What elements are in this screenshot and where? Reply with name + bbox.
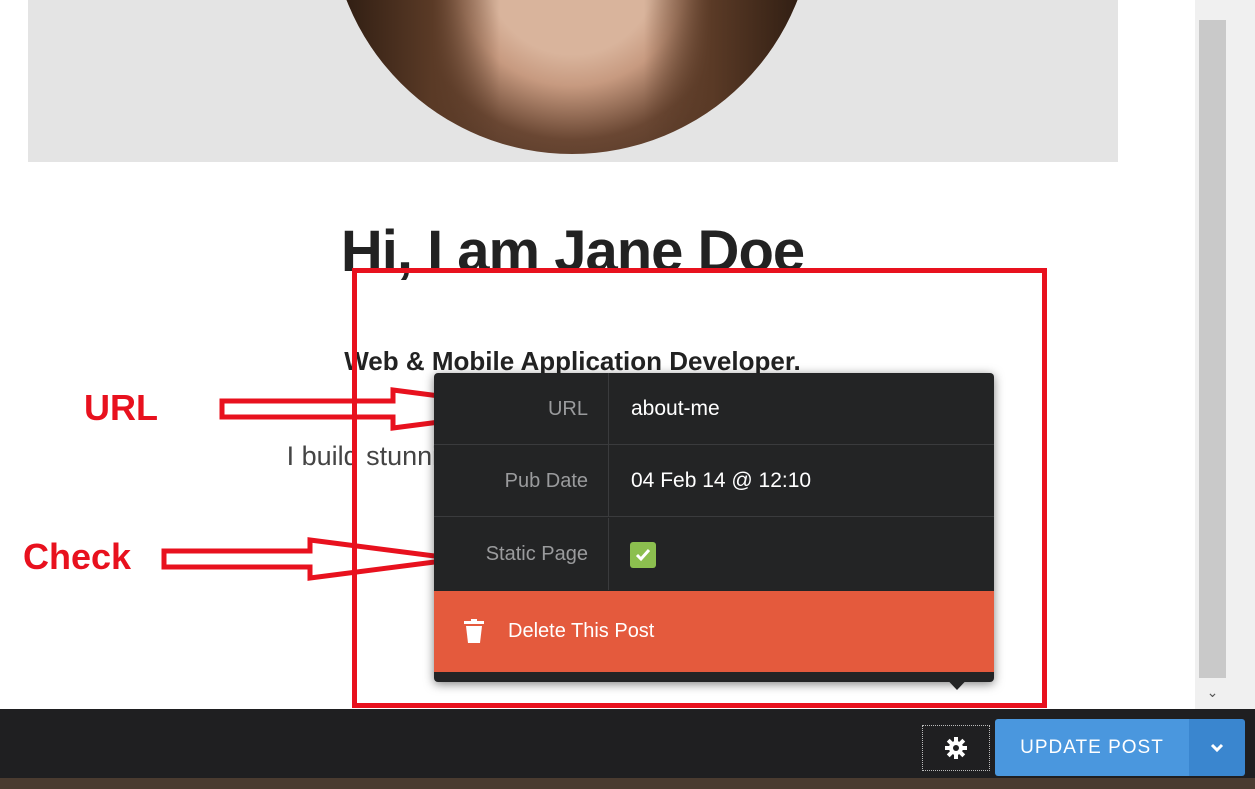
annotation-highlight-box (352, 268, 1047, 708)
check-annotation-label: Check (23, 536, 132, 577)
avatar-hair-left (330, 0, 500, 154)
avatar-hair-right (644, 0, 814, 154)
toolbar-bottom-edge (0, 778, 1255, 789)
hero-banner (28, 0, 1118, 162)
scroll-down-arrow[interactable]: ⌄ (1199, 684, 1226, 701)
update-options-dropdown[interactable] (1189, 719, 1245, 776)
update-post-button[interactable]: UPDATE POST (995, 719, 1189, 776)
scrollbar-thumb[interactable] (1199, 20, 1226, 678)
url-annotation-label: URL (84, 387, 158, 428)
gear-icon (945, 737, 967, 759)
settings-button[interactable] (922, 725, 990, 771)
chevron-down-icon (1210, 743, 1224, 753)
profile-avatar (330, 0, 814, 154)
